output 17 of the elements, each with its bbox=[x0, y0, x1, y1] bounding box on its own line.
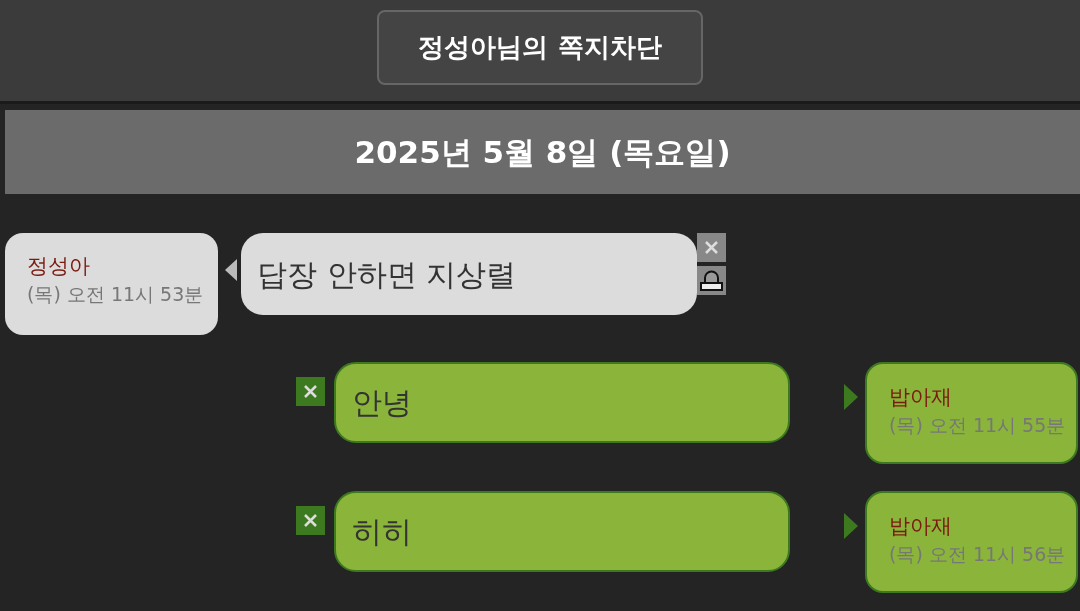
sender-name: 밥아재 bbox=[889, 513, 953, 540]
message-time: (목) 오전 11시 56분 bbox=[889, 542, 1067, 568]
message-time: (목) 오전 11시 55분 bbox=[889, 413, 1067, 439]
pointer-icon bbox=[844, 513, 858, 539]
pointer-icon bbox=[225, 259, 237, 281]
close-icon[interactable] bbox=[296, 506, 325, 535]
message-bubble: 히히 bbox=[334, 491, 790, 572]
page-title[interactable]: 정성아님의 쪽지차단 bbox=[377, 10, 703, 85]
close-icon[interactable] bbox=[296, 377, 325, 406]
sender-name: 정성아 bbox=[27, 253, 91, 280]
message-bubble: 안녕 bbox=[334, 362, 790, 443]
sender-name: 밥아재 bbox=[889, 384, 953, 411]
message-time: (목) 오전 11시 53분 bbox=[27, 282, 205, 308]
message-bubble: 답장 안하면 지상렬 bbox=[241, 233, 697, 315]
bell-icon[interactable] bbox=[697, 266, 726, 295]
pointer-icon bbox=[844, 384, 858, 410]
date-header: 2025년 5월 8일 (목요일) bbox=[5, 110, 1080, 194]
